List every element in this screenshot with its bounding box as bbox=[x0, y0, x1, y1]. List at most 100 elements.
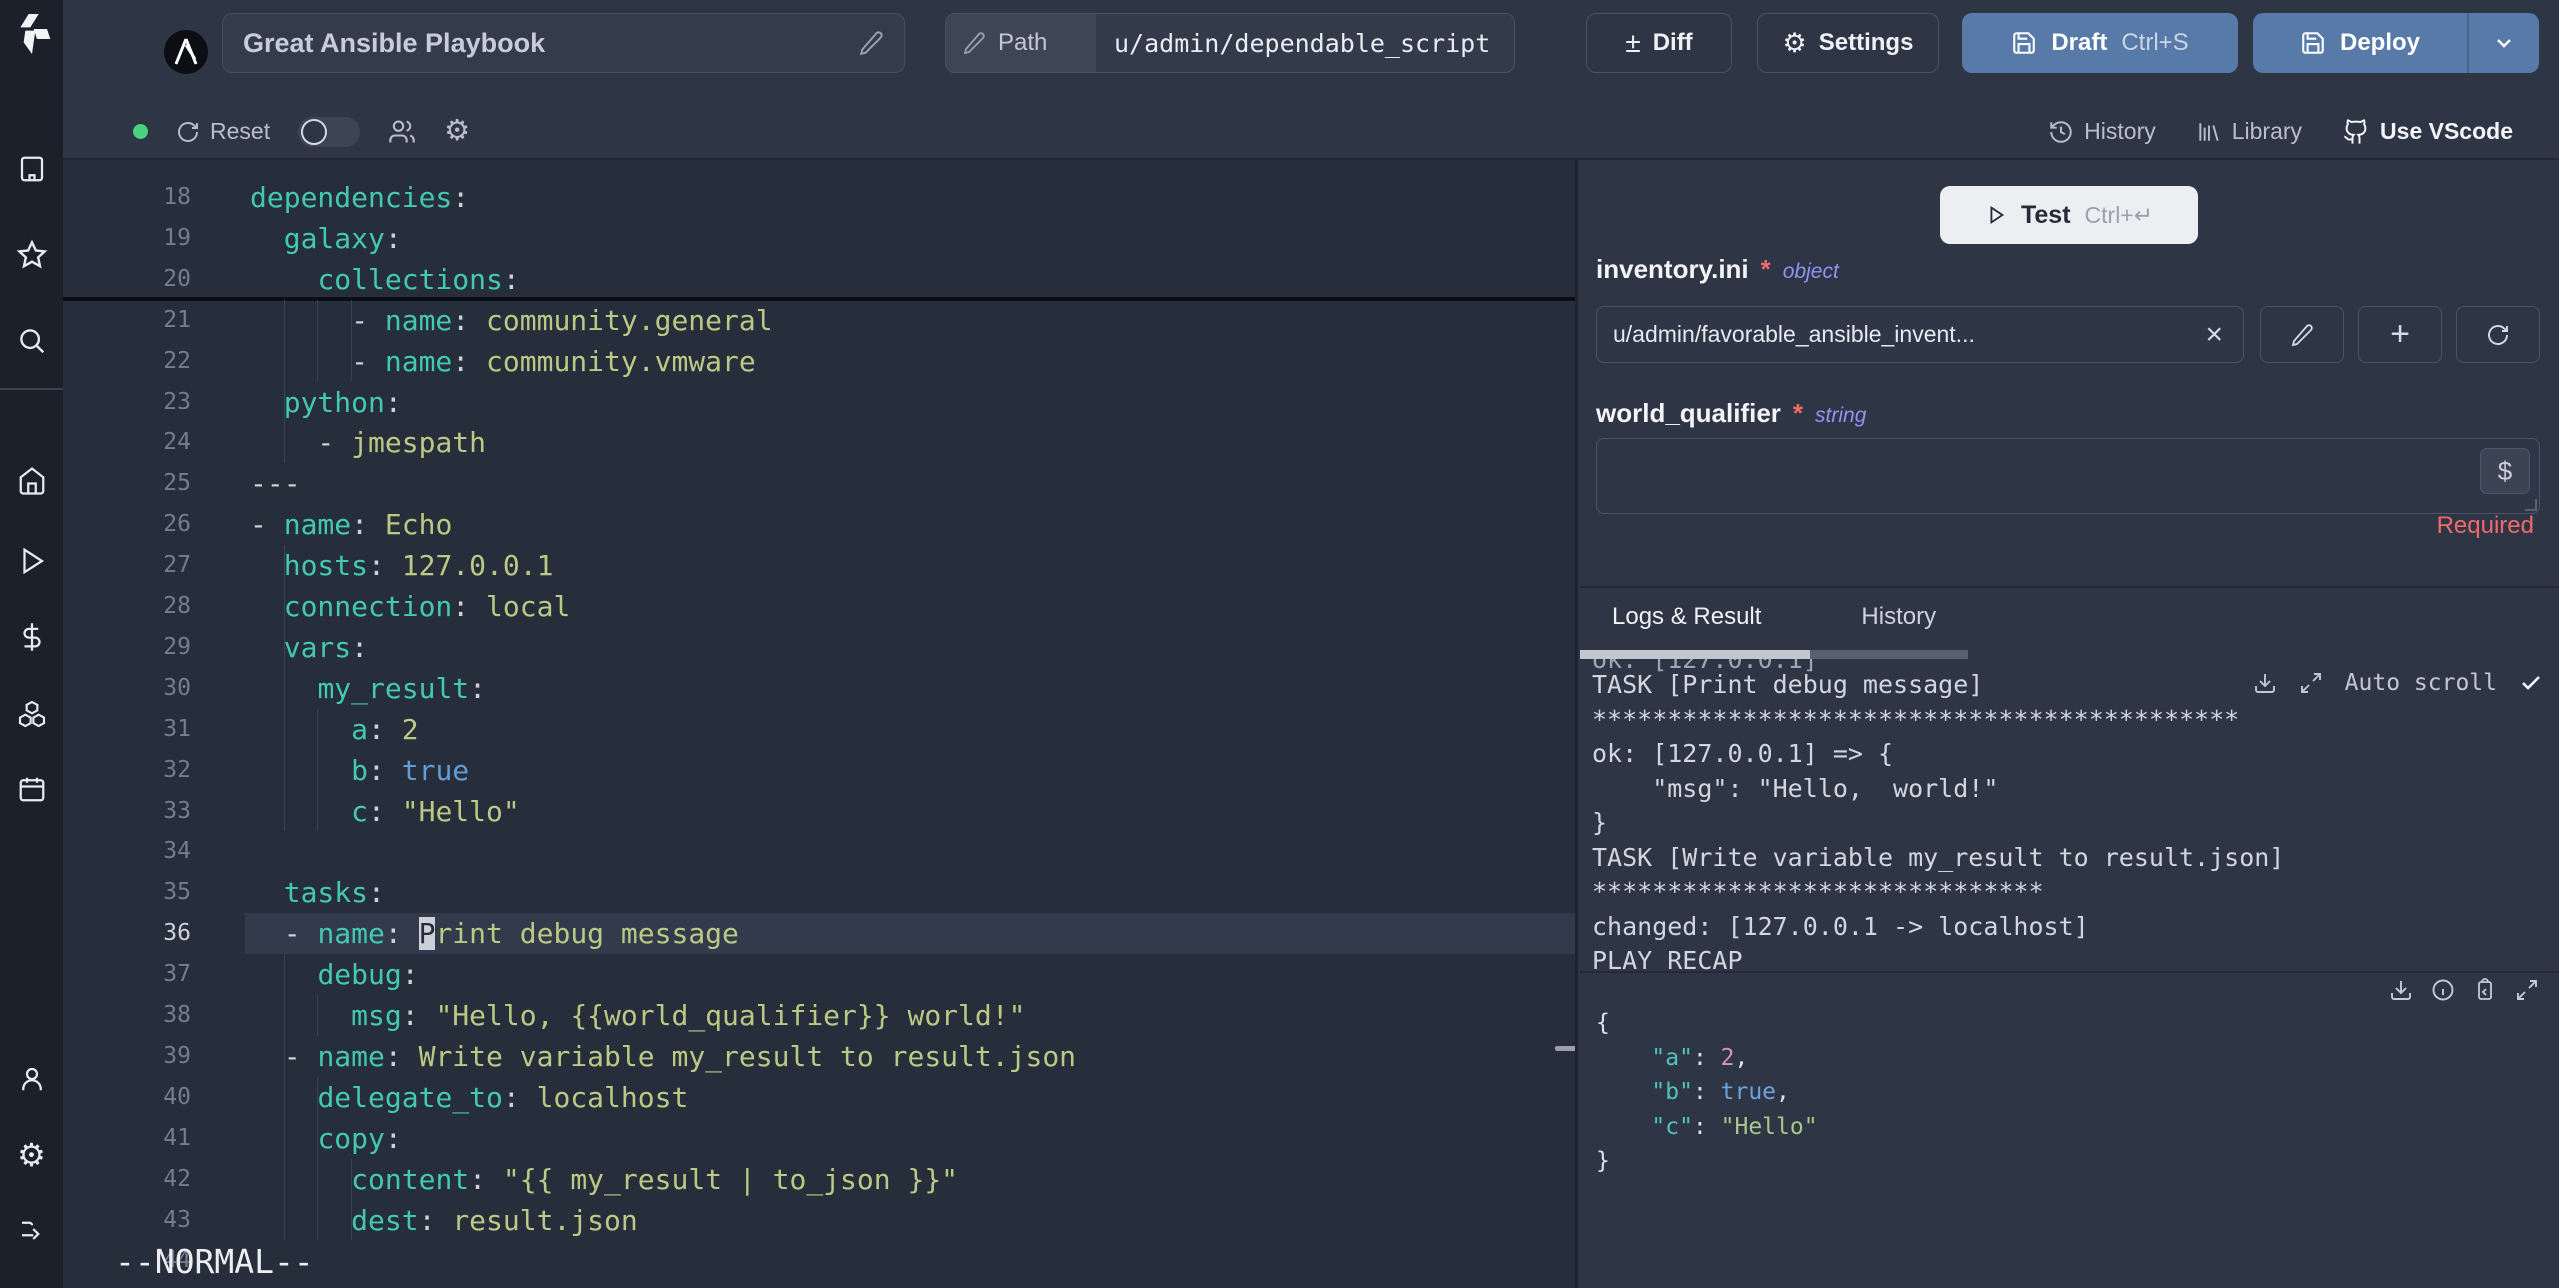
code-line[interactable]: 40 delegate_to: localhost bbox=[63, 1077, 1575, 1118]
field-type: string bbox=[1815, 404, 1867, 427]
line-number: 29 bbox=[163, 633, 191, 660]
code-line[interactable]: 39 - name: Write variable my_result to r… bbox=[63, 1036, 1575, 1077]
add-resource-button[interactable]: + bbox=[2358, 306, 2442, 363]
code-line[interactable]: 31 a: 2 bbox=[63, 709, 1575, 750]
result-json-line: "a": 2, bbox=[1651, 1044, 1749, 1071]
line-number: 35 bbox=[163, 879, 191, 906]
tab-history[interactable]: History bbox=[1861, 603, 1936, 631]
log-scroll-indicator bbox=[1580, 650, 1810, 659]
code-line[interactable]: 42 content: "{{ my_result | to_json }}" bbox=[63, 1159, 1575, 1200]
code-line[interactable]: 23 python: bbox=[63, 382, 1575, 423]
code-editor[interactable]: 18 dependencies: 19 galaxy: 20 collections:… bbox=[63, 160, 1578, 1288]
resources-cubes-icon[interactable] bbox=[15, 697, 49, 731]
test-button[interactable]: Test Ctrl+↵ bbox=[1940, 186, 2198, 244]
history-button[interactable]: History bbox=[2048, 118, 2156, 145]
code-line[interactable]: 41 copy: bbox=[63, 1118, 1575, 1159]
world-qualifier-input[interactable]: $ bbox=[1596, 438, 2540, 514]
runs-play-icon[interactable] bbox=[15, 544, 49, 578]
code-line[interactable]: 35 tasks: bbox=[63, 872, 1575, 913]
vim-mode-indicator: --NORMAL-- bbox=[115, 1242, 314, 1281]
windmill-logo-icon[interactable] bbox=[12, 12, 52, 56]
path-box[interactable]: Path u/admin/dependable_script bbox=[945, 13, 1515, 73]
reset-button[interactable]: Reset bbox=[176, 118, 270, 145]
path-value: u/admin/dependable_script bbox=[1096, 14, 1514, 72]
code-line[interactable]: 26 - name: Echo bbox=[63, 504, 1575, 545]
code-line[interactable]: 34 bbox=[63, 831, 1575, 872]
copy-clipboard-icon[interactable] bbox=[2473, 978, 2497, 1002]
settings-button[interactable]: ⚙ Settings bbox=[1757, 13, 1939, 73]
log-scroll-track bbox=[1810, 650, 1968, 659]
code-line[interactable]: 19 galaxy: bbox=[63, 218, 1575, 259]
code-line[interactable]: 32 b: true bbox=[63, 750, 1575, 791]
auto-scroll-checkbox[interactable] bbox=[2519, 671, 2543, 695]
script-title-input[interactable]: Great Ansible Playbook bbox=[222, 13, 905, 73]
info-icon[interactable] bbox=[2431, 978, 2455, 1002]
code-line[interactable]: 38 msg: "Hello, {{world_qualifier}} worl… bbox=[63, 995, 1575, 1036]
download-log-icon[interactable] bbox=[2253, 671, 2277, 695]
home-icon[interactable] bbox=[15, 464, 49, 498]
result-tabs: Logs & Result History bbox=[1612, 603, 1936, 631]
code-line[interactable]: 21 - name: community.general bbox=[63, 300, 1575, 341]
diff-toggle[interactable] bbox=[298, 116, 361, 147]
code-line[interactable]: 43 dest: result.json bbox=[63, 1200, 1575, 1241]
code-line[interactable]: 22 - name: community.vmware bbox=[63, 341, 1575, 382]
code-text: debug: bbox=[317, 958, 419, 992]
status-dot bbox=[133, 124, 148, 139]
favorites-star-icon[interactable] bbox=[15, 238, 49, 272]
collaborators-button[interactable] bbox=[388, 118, 416, 146]
code-text: b: true bbox=[351, 753, 470, 787]
download-result-icon[interactable] bbox=[2389, 978, 2413, 1002]
code-text: - name: Write variable my_result to resu… bbox=[250, 1039, 1077, 1073]
workspace-building-icon[interactable] bbox=[15, 152, 49, 186]
code-text: python: bbox=[283, 385, 402, 419]
tab-logs-result[interactable]: Logs & Result bbox=[1612, 603, 1761, 631]
schedules-calendar-icon[interactable] bbox=[15, 772, 49, 806]
expand-result-icon[interactable] bbox=[2515, 978, 2539, 1002]
editor-settings-button[interactable]: ⚙ bbox=[444, 117, 470, 146]
deploy-button[interactable]: Deploy bbox=[2253, 13, 2467, 73]
code-line[interactable]: 18 dependencies: bbox=[63, 177, 1575, 218]
inventory-resource-input[interactable]: u/admin/favorable_ansible_invent... × bbox=[1596, 306, 2244, 363]
chevron-down-icon bbox=[2497, 39, 2511, 48]
code-text: content: "{{ my_result | to_json }}" bbox=[351, 1162, 959, 1196]
code-line[interactable]: 20 collections: bbox=[63, 259, 1575, 300]
expand-log-icon[interactable] bbox=[2299, 671, 2323, 695]
edit-pencil-icon[interactable] bbox=[858, 30, 884, 56]
search-icon[interactable] bbox=[15, 324, 49, 358]
code-line[interactable]: 36 - name: Print debug message bbox=[63, 913, 1575, 955]
code-line[interactable]: 24 - jmespath bbox=[63, 422, 1575, 463]
code-line[interactable]: 27 hosts: 127.0.0.1 bbox=[63, 545, 1575, 586]
log-output[interactable]: ok: [127.0.0.1] Auto scroll TASK [Print … bbox=[1580, 646, 2559, 971]
settings-gear-icon[interactable]: ⚙ bbox=[15, 1138, 49, 1172]
test-shortcut: Ctrl+↵ bbox=[2084, 201, 2154, 228]
left-rail: ⚙ bbox=[0, 0, 63, 1288]
library-button[interactable]: Library bbox=[2196, 118, 2302, 145]
required-asterisk: * bbox=[1760, 254, 1771, 284]
line-number: 30 bbox=[163, 674, 191, 701]
clear-x-icon[interactable]: × bbox=[2201, 319, 2227, 350]
line-number: 32 bbox=[163, 756, 191, 783]
code-line[interactable]: 33 c: "Hello" bbox=[63, 791, 1575, 832]
code-line[interactable]: 37 debug: bbox=[63, 954, 1575, 995]
path-label-section[interactable]: Path bbox=[946, 14, 1096, 72]
log-tools: Auto scroll bbox=[2253, 670, 2543, 696]
required-asterisk: * bbox=[1792, 398, 1804, 428]
logout-icon[interactable] bbox=[15, 1212, 49, 1246]
code-line[interactable]: 25 --- bbox=[63, 463, 1575, 504]
draft-button[interactable]: Draft Ctrl+S bbox=[1962, 13, 2238, 73]
use-vscode-button[interactable]: Use VScode bbox=[2342, 118, 2513, 146]
code-line[interactable]: 29 vars: bbox=[63, 627, 1575, 668]
diff-button[interactable]: ± Diff bbox=[1586, 13, 1732, 73]
variables-dollar-icon[interactable] bbox=[15, 620, 49, 654]
deploy-dropdown-button[interactable] bbox=[2467, 13, 2539, 73]
textarea-resize-handle[interactable] bbox=[2525, 499, 2537, 511]
draft-shortcut: Ctrl+S bbox=[2121, 29, 2189, 56]
refresh-resource-button[interactable] bbox=[2456, 306, 2540, 363]
variable-picker-button[interactable]: $ bbox=[2480, 448, 2530, 494]
code-line[interactable]: 30 my_result: bbox=[63, 668, 1575, 709]
edit-resource-button[interactable] bbox=[2260, 306, 2344, 363]
play-icon bbox=[1990, 205, 2005, 225]
code-line[interactable]: 28 connection: local bbox=[63, 586, 1575, 627]
panel-resize-handle[interactable] bbox=[1555, 1046, 1575, 1051]
account-user-icon[interactable] bbox=[15, 1062, 49, 1096]
